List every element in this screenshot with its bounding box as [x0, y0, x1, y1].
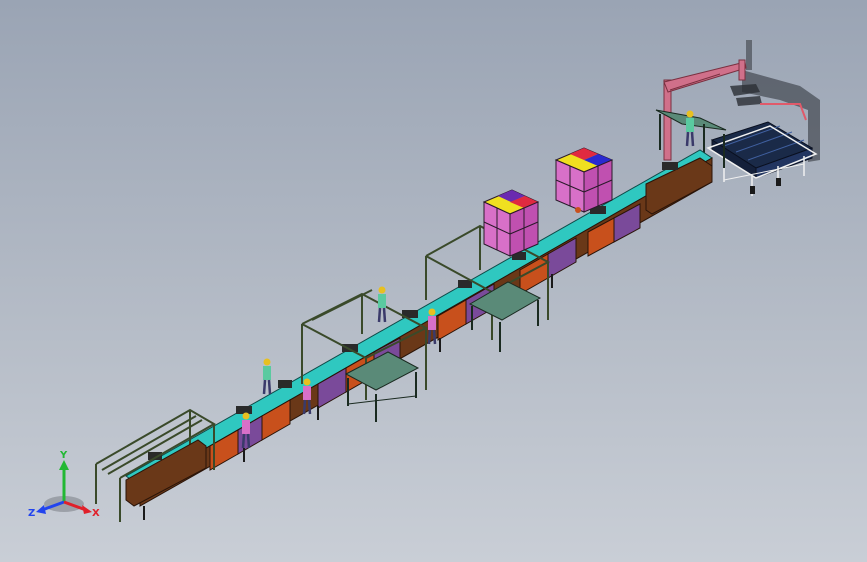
- y-axis-label: Y: [59, 450, 68, 461]
- z-axis-label: Z: [28, 508, 35, 519]
- parts-bin-stack-1: [482, 189, 540, 257]
- worker-4: [377, 286, 387, 323]
- x-axis-label: X: [92, 508, 100, 519]
- coordinate-triad: Y Z X: [28, 450, 100, 519]
- worker-1: [262, 358, 272, 395]
- worker-6: [685, 110, 695, 147]
- cad-viewport[interactable]: [0, 0, 867, 562]
- parts-bin-stack-2: [554, 147, 614, 213]
